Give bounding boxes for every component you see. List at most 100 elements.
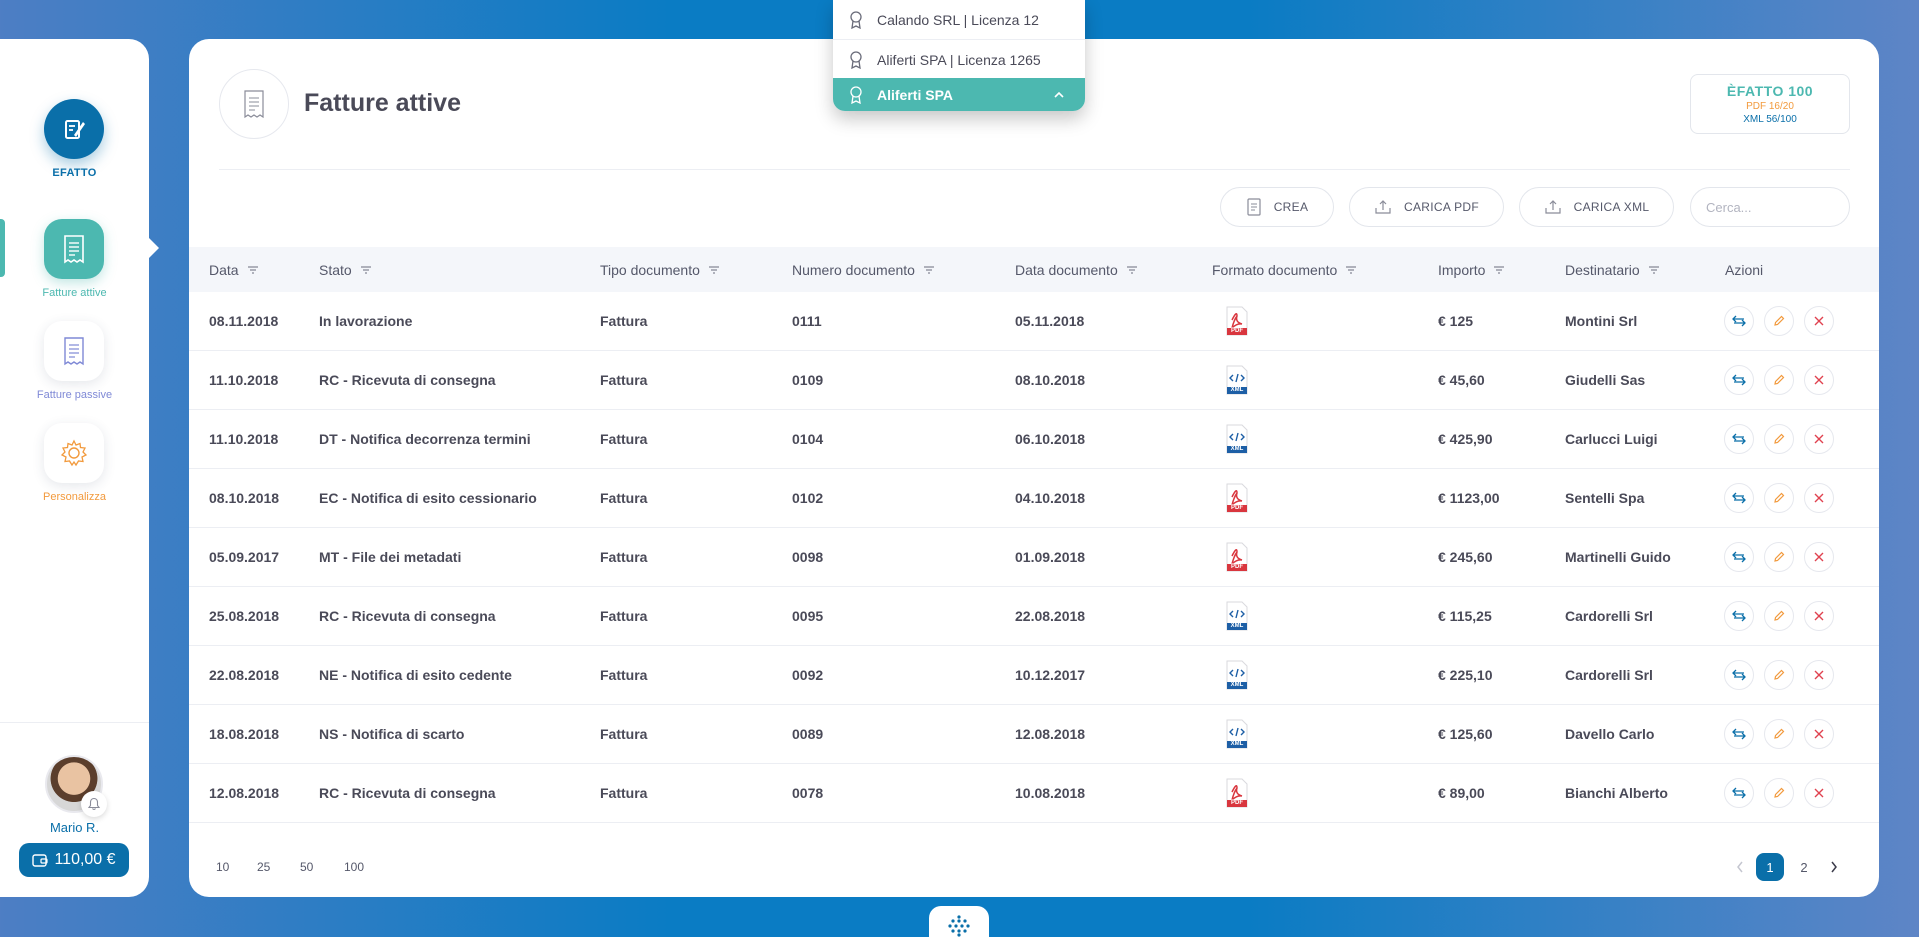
wallet-button[interactable]: 110,00 € bbox=[19, 843, 129, 877]
table-header: Data Stato Tipo documento Numero documento D… bbox=[189, 247, 1879, 292]
cell-stato: MT - File dei metadati bbox=[319, 549, 462, 565]
transfer-button[interactable] bbox=[1724, 660, 1754, 690]
xml-file-icon[interactable]: XML bbox=[1225, 719, 1249, 749]
cell-stato: RC - Ricevuta di consegna bbox=[319, 608, 496, 624]
search-input[interactable] bbox=[1690, 187, 1850, 227]
col-destinatario-header[interactable]: Destinatario bbox=[1565, 247, 1660, 292]
col-importo-header[interactable]: Importo bbox=[1438, 247, 1505, 292]
page-size-option[interactable]: 10 bbox=[216, 860, 229, 874]
page-button-1[interactable]: 1 bbox=[1756, 853, 1784, 881]
next-page-button[interactable] bbox=[1824, 855, 1844, 879]
transfer-button[interactable] bbox=[1724, 601, 1754, 631]
col-tipo-header[interactable]: Tipo documento bbox=[600, 247, 720, 292]
cell-importo: € 225,10 bbox=[1438, 667, 1493, 683]
xml-file-icon[interactable]: XML bbox=[1225, 424, 1249, 454]
col-stato-header[interactable]: Stato bbox=[319, 247, 372, 292]
cell-importo: € 245,60 bbox=[1438, 549, 1493, 565]
pdf-file-icon[interactable]: PDF bbox=[1225, 483, 1249, 513]
delete-button[interactable] bbox=[1804, 424, 1834, 454]
edit-button[interactable] bbox=[1764, 660, 1794, 690]
transfer-button[interactable] bbox=[1724, 542, 1754, 572]
xml-file-icon[interactable]: XML bbox=[1225, 365, 1249, 395]
table-row[interactable]: 11.10.2018 RC - Ricevuta di consegna Fattu… bbox=[189, 351, 1879, 410]
table-row[interactable]: 05.09.2017 MT - File dei metadati Fattura 0… bbox=[189, 528, 1879, 587]
create-button[interactable]: CREA bbox=[1220, 187, 1334, 227]
table-row[interactable]: 12.08.2018 RC - Ricevuta di consegna Fattu… bbox=[189, 764, 1879, 823]
delete-button[interactable] bbox=[1804, 778, 1834, 808]
transfer-button[interactable] bbox=[1724, 483, 1754, 513]
filter-icon[interactable] bbox=[1126, 265, 1138, 275]
pencil-icon bbox=[1773, 610, 1785, 622]
col-data-header[interactable]: Data bbox=[209, 247, 259, 292]
transfer-button[interactable] bbox=[1724, 306, 1754, 336]
delete-button[interactable] bbox=[1804, 601, 1834, 631]
cell-importo: € 425,90 bbox=[1438, 431, 1493, 447]
transfer-button[interactable] bbox=[1724, 778, 1754, 808]
delete-button[interactable] bbox=[1804, 719, 1834, 749]
xml-file-icon[interactable]: XML bbox=[1225, 601, 1249, 631]
table-row[interactable]: 08.10.2018 EC - Notifica di esito cession… bbox=[189, 469, 1879, 528]
filter-icon[interactable] bbox=[923, 265, 935, 275]
table-row[interactable]: 18.08.2018 NS - Notifica di scarto Fattura… bbox=[189, 705, 1879, 764]
table-row[interactable]: 25.08.2018 RC - Ricevuta di consegna Fattu… bbox=[189, 587, 1879, 646]
filter-icon[interactable] bbox=[1648, 265, 1660, 275]
cell-data-doc: 22.08.2018 bbox=[1015, 608, 1086, 624]
filter-icon[interactable] bbox=[708, 265, 720, 275]
format-label: PDF bbox=[1231, 800, 1243, 806]
edit-button[interactable] bbox=[1764, 601, 1794, 631]
close-icon bbox=[1814, 316, 1824, 326]
upload-pdf-button[interactable]: CARICA PDF bbox=[1349, 187, 1504, 227]
cell-tipo: Fattura bbox=[600, 313, 648, 329]
delete-button[interactable] bbox=[1804, 306, 1834, 336]
dropdown-selected[interactable]: Aliferti SPA bbox=[833, 78, 1085, 111]
page-size-option[interactable]: 50 bbox=[300, 860, 313, 874]
apps-launcher[interactable] bbox=[929, 906, 989, 937]
dropdown-item[interactable]: Calando SRL | Licenza 12 bbox=[833, 1, 1085, 38]
filter-icon[interactable] bbox=[360, 265, 372, 275]
page-size-option[interactable]: 100 bbox=[344, 860, 364, 874]
transfer-button[interactable] bbox=[1724, 365, 1754, 395]
swap-icon bbox=[1732, 787, 1746, 799]
filter-icon[interactable] bbox=[1345, 265, 1357, 275]
delete-button[interactable] bbox=[1804, 365, 1834, 395]
edit-button[interactable] bbox=[1764, 719, 1794, 749]
filter-icon[interactable] bbox=[247, 265, 259, 275]
col-formato-header[interactable]: Formato documento bbox=[1212, 247, 1357, 292]
prev-page-button[interactable] bbox=[1730, 855, 1750, 879]
delete-button[interactable] bbox=[1804, 542, 1834, 572]
edit-button[interactable] bbox=[1764, 424, 1794, 454]
upload-xml-label: CARICA XML bbox=[1573, 200, 1650, 214]
edit-button[interactable] bbox=[1764, 483, 1794, 513]
col-data-documento-header[interactable]: Data documento bbox=[1015, 247, 1138, 292]
pdf-file-icon[interactable]: PDF bbox=[1225, 306, 1249, 336]
delete-button[interactable] bbox=[1804, 660, 1834, 690]
col-numero-header[interactable]: Numero documento bbox=[792, 247, 935, 292]
bell-icon[interactable] bbox=[81, 791, 107, 817]
upload-xml-button[interactable]: CARICA XML bbox=[1519, 187, 1674, 227]
transfer-button[interactable] bbox=[1724, 424, 1754, 454]
transfer-button[interactable] bbox=[1724, 719, 1754, 749]
delete-button[interactable] bbox=[1804, 483, 1834, 513]
table-row[interactable]: 08.11.2018 In lavorazione Fattura 0111 05.11… bbox=[189, 292, 1879, 351]
table-row[interactable]: 22.08.2018 NE - Notifica di esito cedente… bbox=[189, 646, 1879, 705]
cell-data-doc: 06.10.2018 bbox=[1015, 431, 1086, 447]
brand-logo[interactable] bbox=[44, 99, 104, 159]
xml-file-icon[interactable]: XML bbox=[1225, 660, 1249, 690]
edit-button[interactable] bbox=[1764, 306, 1794, 336]
cell-numero: 0109 bbox=[792, 372, 824, 388]
cell-data-doc: 12.08.2018 bbox=[1015, 726, 1086, 742]
edit-button[interactable] bbox=[1764, 778, 1794, 808]
column-label: Data documento bbox=[1015, 261, 1118, 278]
close-icon bbox=[1814, 611, 1824, 621]
sidebar-notch bbox=[147, 236, 159, 260]
filter-icon[interactable] bbox=[1493, 265, 1505, 275]
edit-button[interactable] bbox=[1764, 542, 1794, 572]
pdf-file-icon[interactable]: PDF bbox=[1225, 778, 1249, 808]
wallet-icon bbox=[32, 854, 49, 867]
edit-button[interactable] bbox=[1764, 365, 1794, 395]
dropdown-item[interactable]: Aliferti SPA | Licenza 1265 bbox=[833, 41, 1085, 78]
pdf-file-icon[interactable]: PDF bbox=[1225, 542, 1249, 572]
table-row[interactable]: 11.10.2018 DT - Notifica decorrenza termi… bbox=[189, 410, 1879, 469]
page-size-option[interactable]: 25 bbox=[257, 860, 270, 874]
page-button-2[interactable]: 2 bbox=[1790, 853, 1818, 881]
